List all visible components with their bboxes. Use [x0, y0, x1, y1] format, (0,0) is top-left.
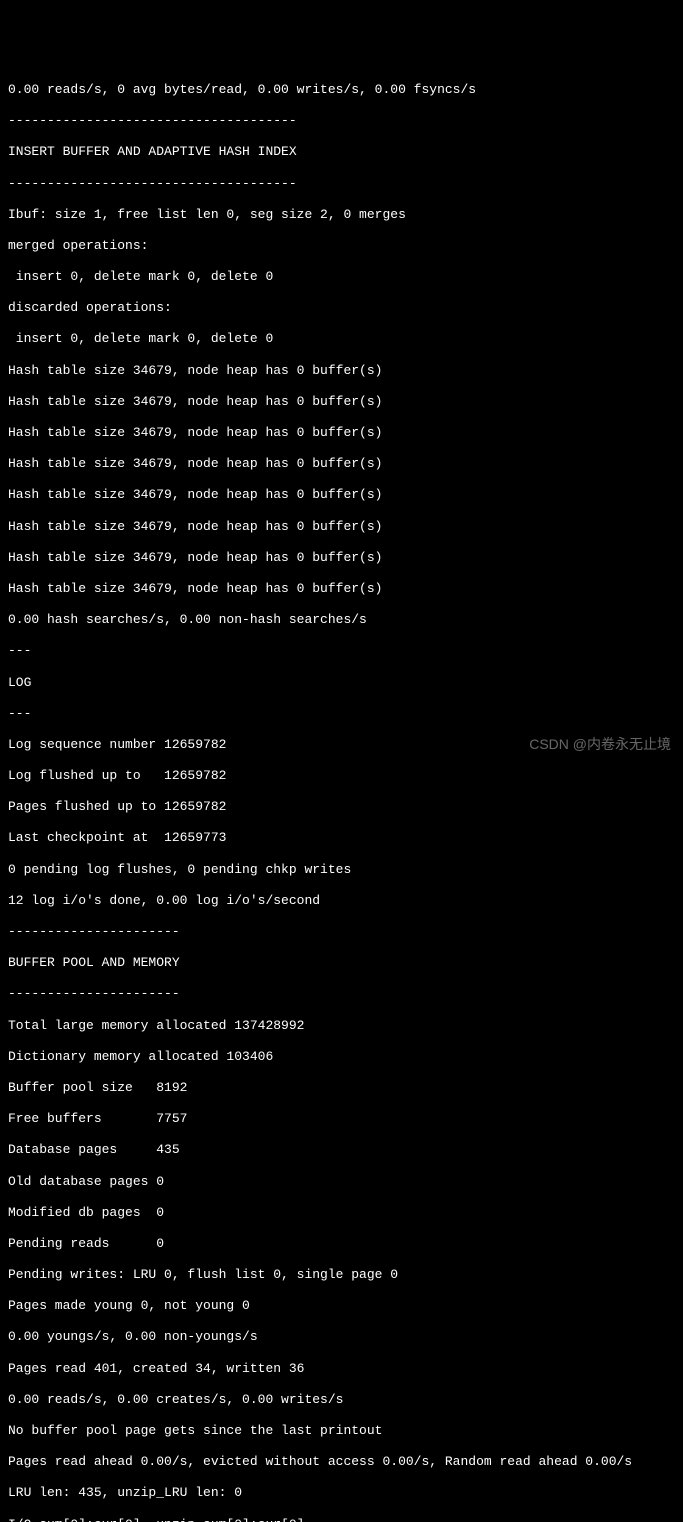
terminal-line: 0.00 hash searches/s, 0.00 non-hash sear…: [8, 612, 675, 628]
terminal-line: ---: [8, 706, 675, 722]
terminal-line: LRU len: 435, unzip_LRU len: 0: [8, 1485, 675, 1501]
terminal-line: 0 pending log flushes, 0 pending chkp wr…: [8, 862, 675, 878]
terminal-output: 0.00 reads/s, 0 avg bytes/read, 0.00 wri…: [8, 66, 675, 1522]
terminal-line: discarded operations:: [8, 300, 675, 316]
terminal-line: Hash table size 34679, node heap has 0 b…: [8, 581, 675, 597]
terminal-line: Old database pages 0: [8, 1174, 675, 1190]
terminal-line: I/O sum[0]:cur[0], unzip sum[0]:cur[0]: [8, 1517, 675, 1522]
terminal-line: merged operations:: [8, 238, 675, 254]
terminal-line: Ibuf: size 1, free list len 0, seg size …: [8, 207, 675, 223]
terminal-line: 0.00 reads/s, 0.00 creates/s, 0.00 write…: [8, 1392, 675, 1408]
terminal-line: ----------------------: [8, 986, 675, 1002]
terminal-line: BUFFER POOL AND MEMORY: [8, 955, 675, 971]
terminal-line: Pages made young 0, not young 0: [8, 1298, 675, 1314]
terminal-line: No buffer pool page gets since the last …: [8, 1423, 675, 1439]
terminal-line: Dictionary memory allocated 103406: [8, 1049, 675, 1065]
terminal-line: Hash table size 34679, node heap has 0 b…: [8, 519, 675, 535]
terminal-line: Last checkpoint at 12659773: [8, 830, 675, 846]
terminal-line: insert 0, delete mark 0, delete 0: [8, 269, 675, 285]
terminal-line: Pages read 401, created 34, written 36: [8, 1361, 675, 1377]
terminal-line: 0.00 reads/s, 0 avg bytes/read, 0.00 wri…: [8, 82, 675, 98]
terminal-line: -------------------------------------: [8, 176, 675, 192]
terminal-line: Free buffers 7757: [8, 1111, 675, 1127]
watermark-text: CSDN @内卷永无止境: [529, 736, 671, 753]
terminal-line: Hash table size 34679, node heap has 0 b…: [8, 425, 675, 441]
terminal-line: Pending writes: LRU 0, flush list 0, sin…: [8, 1267, 675, 1283]
terminal-line: insert 0, delete mark 0, delete 0: [8, 331, 675, 347]
terminal-line: ---: [8, 643, 675, 659]
terminal-line: ----------------------: [8, 924, 675, 940]
terminal-line: 0.00 youngs/s, 0.00 non-youngs/s: [8, 1329, 675, 1345]
terminal-line: LOG: [8, 675, 675, 691]
terminal-line: Hash table size 34679, node heap has 0 b…: [8, 394, 675, 410]
terminal-line: Hash table size 34679, node heap has 0 b…: [8, 363, 675, 379]
terminal-line: Log flushed up to 12659782: [8, 768, 675, 784]
terminal-line: -------------------------------------: [8, 113, 675, 129]
terminal-line: Hash table size 34679, node heap has 0 b…: [8, 550, 675, 566]
terminal-line: 12 log i/o's done, 0.00 log i/o's/second: [8, 893, 675, 909]
terminal-line: INSERT BUFFER AND ADAPTIVE HASH INDEX: [8, 144, 675, 160]
terminal-line: Pending reads 0: [8, 1236, 675, 1252]
terminal-line: Buffer pool size 8192: [8, 1080, 675, 1096]
terminal-line: Pages flushed up to 12659782: [8, 799, 675, 815]
terminal-line: Hash table size 34679, node heap has 0 b…: [8, 487, 675, 503]
terminal-line: Pages read ahead 0.00/s, evicted without…: [8, 1454, 675, 1470]
terminal-line: Modified db pages 0: [8, 1205, 675, 1221]
terminal-line: Database pages 435: [8, 1142, 675, 1158]
terminal-line: Hash table size 34679, node heap has 0 b…: [8, 456, 675, 472]
terminal-line: Total large memory allocated 137428992: [8, 1018, 675, 1034]
